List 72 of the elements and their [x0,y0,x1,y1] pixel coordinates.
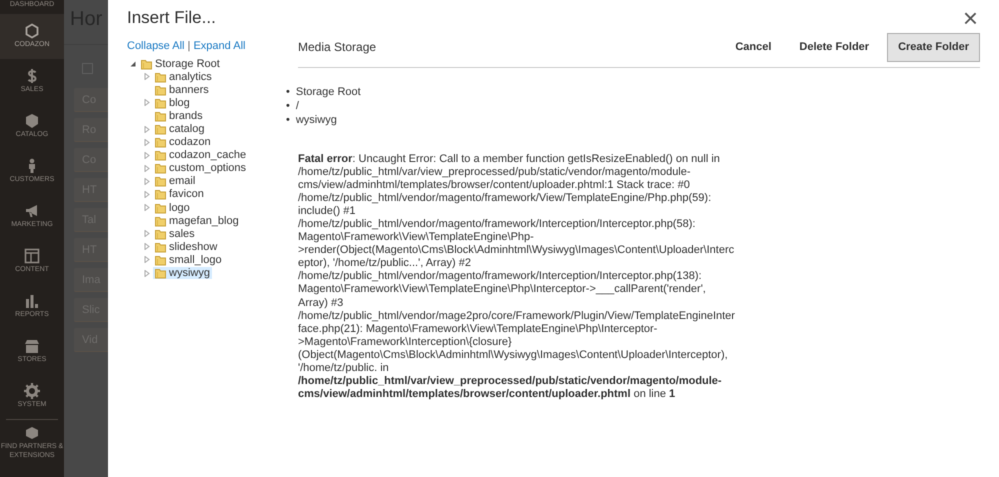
folder-item[interactable]: custom_options [153,162,248,174]
folder-icon [155,214,166,227]
expand-arrow-icon[interactable] [144,230,150,238]
breadcrumb-item[interactable]: wysiwyg [296,112,337,126]
folder-icon [155,228,166,240]
expand-arrow-icon[interactable] [144,138,150,146]
folder-icon [155,240,166,253]
folder-item[interactable]: blog [153,96,192,109]
folder-item[interactable]: Storage Root [139,58,222,70]
folder-item[interactable]: codazon_cache [153,149,248,162]
folder-icon [155,162,166,174]
folder-icon [155,267,166,280]
folder-item[interactable]: catalog [153,123,206,136]
close-button[interactable]: × [960,5,980,31]
folder-item[interactable]: email [153,175,198,188]
expand-arrow-icon[interactable] [144,152,150,159]
folder-item[interactable]: logo [153,202,192,214]
folder-item[interactable]: brands [153,110,205,122]
folder-icon [155,254,166,266]
folder-item[interactable]: slideshow [153,240,220,253]
expand-arrow-icon[interactable] [144,164,150,172]
expand-arrow-icon[interactable] [144,126,150,133]
folder-icon [155,96,166,109]
folder-item[interactable]: banners [153,84,211,96]
expand-arrow-icon[interactable] [144,178,150,185]
bar-chart-icon [24,293,40,310]
folder-icon [155,123,166,136]
error-message: Fatal error: Uncaught Error: Call to a member function getIsResizeEnabled() on null in /home/tz/public_html/var/view_preprocessed/pub/static/vendor/magento/module-cms/view/adminhtml/templates/browser/content/uploader.phtml:1 Stack trace: #0 /home/tz/public_html/vendor/magento/framework/View/TemplateEngine/Php.php(59): include() #1 /home/tz/public_html/vendor/magento/framework/Interception/Interceptor.php(58): Magento\Framework\View\TemplateEngine\Php->render(Object(Magento\Cms\Block\Adminhtml\Wysiwyg\Images\Content\Uploader\Interceptor), '/home/tz/public...', Array) #2 /home/tz/public_html/vendor/magento/framework/Interception/Interceptor.php(138): Magento\Framework\View\TemplateEngine\Php\Interceptor->___callParent('render', Array) #3 /home/tz/public_html/vendor/mage2pro/core/Framework/Plugin/View/TemplateEngineInterface.php(21): Magento\Framework\View\TemplateEngine\Php\Interceptor->Magento\Framework\Interception\{closure}(Object(Magento\Cms\Block\Adminhtml\Wysiwyg\Images\Content\Uploader\Interceptor), '/home/tz/public. in /home/tz/public_html/var/view_preprocessed/pub/static/vendor/magento/module-cms/view/adminhtml/templates/browser/content/uploader.phtml on line 1 [298,152,736,402]
settings-icon [24,383,40,400]
folder-icon [155,175,166,188]
folder-item[interactable]: analytics [153,70,214,83]
expand-arrow-icon[interactable] [144,190,150,198]
megaphone-icon [24,203,40,220]
bullet: • [286,84,290,98]
folder-item[interactable]: magefan_blog [153,214,241,227]
shop-icon [24,338,40,354]
folder-icon [155,84,166,96]
folder-item[interactable]: wysiwyg [153,267,212,280]
folder-item[interactable]: favicon [153,188,206,200]
separator: | [186,40,192,52]
breadcrumb-item[interactable]: / [296,98,299,112]
expand-arrow-icon[interactable] [144,256,150,264]
box-icon [24,113,40,130]
expand-arrow-icon[interactable] [144,73,150,80]
expand-arrow-icon[interactable] [144,204,150,212]
section-title: Media Storage [298,39,376,56]
tree-link[interactable]: Expand All [193,40,246,52]
folder-item[interactable]: sales [153,228,197,240]
tree-link[interactable]: Collapse All [127,40,184,52]
expand-arrow-icon[interactable] [144,243,150,250]
folder-icon [155,136,166,148]
folder-icon [155,202,166,214]
collapse-arrow-icon[interactable] [130,60,136,68]
bullet: • [286,112,290,126]
layout-icon [24,248,40,264]
action-link[interactable]: Delete Folder [789,33,880,62]
expand-arrow-icon[interactable] [144,99,150,106]
bullet: • [286,98,290,112]
action-link[interactable]: Cancel [725,33,782,62]
folder-item[interactable]: small_logo [153,254,224,266]
expand-arrow-icon[interactable] [144,270,150,277]
folder-icon [141,58,152,70]
folder-icon [155,70,166,83]
folder-icon [155,110,166,122]
create-folder-button[interactable]: Create Folder [887,33,980,62]
dialog-title: Insert File... [127,7,216,29]
breadcrumb-item[interactable]: Storage Root [296,84,361,98]
hexagon-icon [24,23,40,40]
folder-icon [155,149,166,162]
folder-item[interactable]: codazon [153,136,213,148]
block-icon [24,425,40,442]
folder-icon [155,188,166,200]
